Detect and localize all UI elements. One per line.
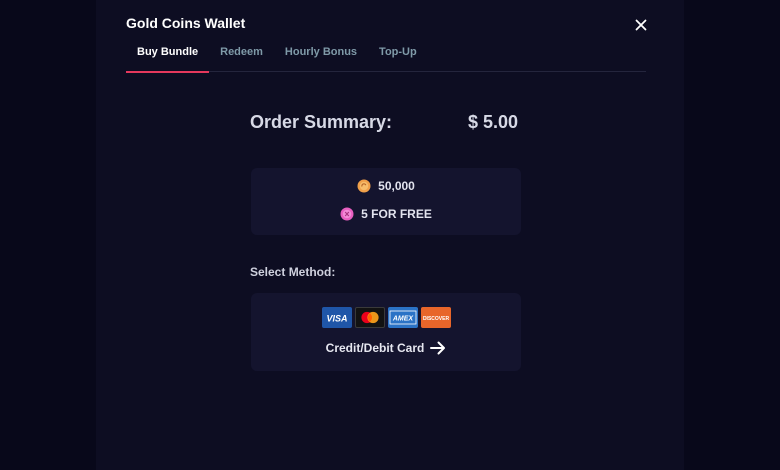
credit-debit-card-label: Credit/Debit Card (325, 341, 425, 355)
free-coins-amount: 5 FOR FREE (361, 207, 432, 221)
backdrop-left[interactable] (0, 0, 96, 470)
discover-logo: DISCOVER (421, 307, 451, 328)
close-icon (635, 19, 647, 31)
backdrop-right[interactable] (684, 0, 780, 470)
pink-coin-icon (340, 207, 354, 221)
modal-title: Gold Coins Wallet (126, 15, 246, 31)
order-summary-label: Order Summary: (250, 112, 393, 132)
svg-text:DISCOVER: DISCOVER (423, 316, 450, 322)
svg-text:AMEX: AMEX (392, 316, 415, 323)
bundle-card: 50,000 5 FOR FREE (251, 168, 521, 235)
credit-debit-card-line: Credit/Debit Card (251, 341, 521, 355)
order-summary-price: $ 5.00 (468, 112, 519, 132)
tab-bar: Buy Bundle Redeem Hourly Bonus Top-Up (126, 38, 646, 73)
wallet-modal: Gold Coins Wallet Buy Bundle Redeem Hour… (96, 0, 684, 470)
gold-coins-row: 50,000 (251, 179, 521, 193)
free-coins-row: 5 FOR FREE (251, 207, 521, 221)
tab-buy-bundle[interactable]: Buy Bundle (126, 38, 210, 73)
credit-debit-card-option[interactable]: VISA AMEX DISCOVER Credit/Debit Card (251, 293, 521, 371)
close-button[interactable] (630, 14, 652, 36)
amex-logo: AMEX (388, 307, 418, 328)
gold-coins-amount: 50,000 (378, 179, 415, 193)
select-method-label: Select Method: (250, 265, 336, 279)
tab-hourly-bonus[interactable]: Hourly Bonus (274, 38, 368, 72)
tab-redeem[interactable]: Redeem (209, 38, 274, 72)
svg-text:VISA: VISA (326, 314, 347, 324)
visa-logo: VISA (322, 307, 352, 328)
gold-coin-icon (357, 179, 371, 193)
card-brand-logos: VISA AMEX DISCOVER (322, 307, 451, 328)
tab-top-up[interactable]: Top-Up (368, 38, 428, 72)
mastercard-logo (355, 307, 385, 328)
arrow-right-icon (430, 341, 446, 355)
